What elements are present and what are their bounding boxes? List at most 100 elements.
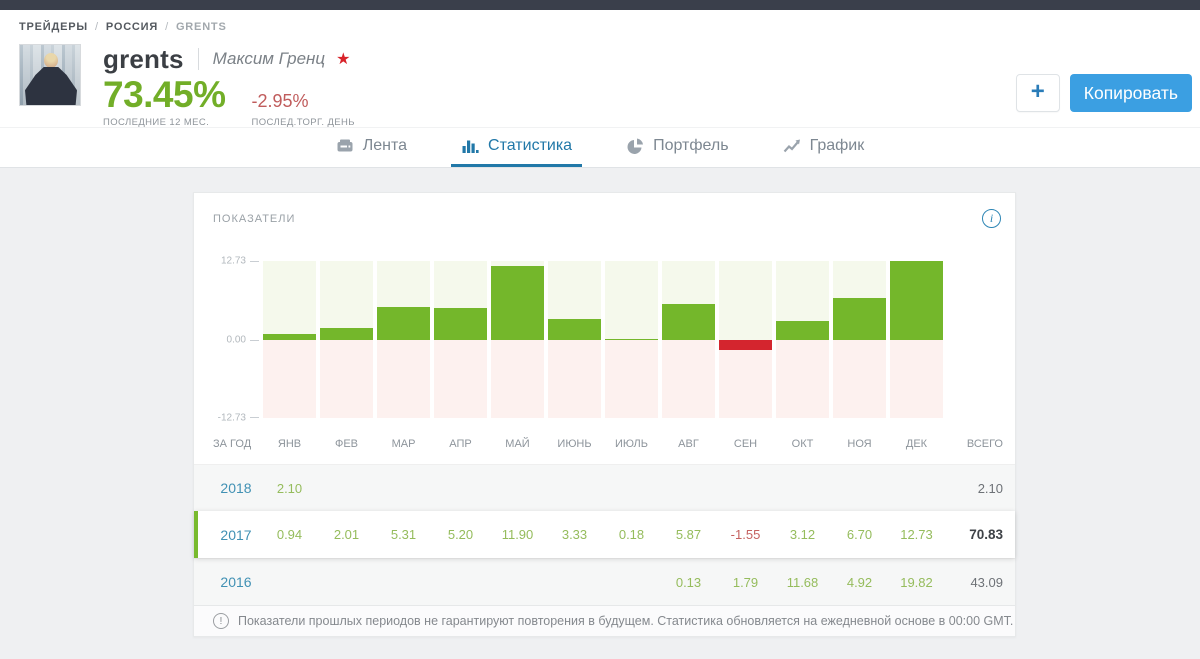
stats-icon	[461, 137, 479, 155]
header-month: ОКТ	[791, 438, 814, 450]
table-cell: 2.01	[333, 527, 360, 542]
header-month: ИЮЛЬ	[615, 438, 648, 450]
table-cell: 11.68	[786, 574, 819, 590]
chart-icon	[783, 137, 801, 155]
copy-button[interactable]: Копировать	[1069, 74, 1192, 112]
chart-column-АВГ	[662, 261, 715, 418]
tab-statistics[interactable]: Статистика	[451, 128, 583, 167]
chart-negative-area	[377, 340, 430, 418]
chart-grid: 12.73 0.00 -12.73	[194, 256, 1015, 424]
table-cell: 2.10	[276, 480, 303, 496]
chart-positive-area	[605, 261, 658, 340]
chart-bar	[548, 319, 601, 340]
header-month: МАР	[391, 438, 416, 450]
footnote-text: Показатели прошлых периодов не гарантиру…	[238, 614, 1014, 628]
tab-portfolio[interactable]: Портфель	[616, 128, 738, 167]
table-row-2018: 2018 2.10 2.10	[194, 464, 1015, 511]
tab-feed[interactable]: Лента	[326, 128, 417, 167]
chart-negative-area	[833, 340, 886, 418]
y-tick-label-min: -12.73	[217, 412, 246, 424]
year-link[interactable]: 2016	[213, 574, 259, 590]
header-month: СЕН	[733, 438, 758, 450]
total-cell: 70.83	[969, 527, 1003, 542]
tab-chart[interactable]: График	[773, 128, 875, 167]
total-cell: 43.09	[970, 574, 1003, 590]
year-link[interactable]: 2018	[213, 480, 259, 496]
chart-bar	[491, 266, 544, 340]
metric-daily: -2.95% ПОСЛЕД.ТОРГ. ДЕНЬ	[252, 76, 355, 128]
footnote: ! Показатели прошлых периодов не гаранти…	[194, 605, 1015, 636]
chart-bar	[605, 339, 658, 340]
daily-change-value: -2.95%	[251, 91, 309, 111]
chart-bar	[719, 340, 772, 350]
stats-card: ПОКАЗАТЕЛИ i 12.73 0.00 -12.73 ЗА ГОД ЯНВ…	[193, 192, 1016, 637]
chart-bar	[833, 298, 886, 340]
full-name: Максим Гренц	[212, 49, 326, 68]
table-cell: 3.12	[789, 527, 816, 542]
card-head: ПОКАЗАТЕЛИ i	[194, 193, 1015, 228]
chart-column-МАР	[377, 261, 430, 418]
chart-bar	[776, 321, 829, 340]
chart-column-ФЕВ	[320, 261, 373, 418]
chart-column-ИЮНЬ	[548, 261, 601, 418]
add-to-watchlist-button[interactable]: +	[1015, 74, 1060, 112]
year-link[interactable]: 2017	[213, 527, 259, 543]
header-month: АПР	[449, 438, 472, 450]
metrics: 73.45% ПОСЛЕДНИЕ 12 МЕС. -2.95% ПОСЛЕД.Т…	[103, 76, 355, 129]
header-month: НОЯ	[847, 438, 872, 450]
header-month: АВГ	[678, 438, 699, 450]
header-total: ВСЕГО	[966, 438, 1003, 450]
gain-12m-label: ПОСЛЕДНИЕ 12 МЕС.	[103, 117, 210, 128]
tab-label: Статистика	[488, 137, 573, 154]
y-tick-label-zero: 0.00	[226, 334, 246, 346]
name-row: grents Максим Гренц ★	[103, 44, 355, 74]
chart-negative-area	[776, 340, 829, 418]
chart-bar	[434, 308, 487, 340]
breadcrumb-russia[interactable]: РОССИЯ	[106, 21, 176, 33]
chart-column-МАЙ	[491, 261, 544, 418]
tab-label: Лента	[362, 137, 408, 154]
y-tick-label-max: 12.73	[220, 255, 246, 267]
page-content: ПОКАЗАТЕЛИ i 12.73 0.00 -12.73 ЗА ГОД ЯНВ…	[0, 168, 1200, 659]
chart-column-ЯНВ	[263, 261, 316, 418]
chart-negative-area	[434, 340, 487, 418]
table-cell: -1.55	[730, 527, 761, 542]
chart-bar	[377, 307, 430, 340]
chart-bar	[320, 328, 373, 340]
table-cell: 5.31	[390, 527, 417, 542]
profile-header: ТРЕЙДЕРЫРОССИЯGRENTS grents Максим Гренц…	[0, 10, 1200, 129]
feed-icon	[336, 137, 354, 155]
metric-12m: 73.45% ПОСЛЕДНИЕ 12 МЕС.	[103, 76, 226, 129]
username: grents	[103, 43, 184, 74]
top-bar	[0, 0, 1200, 10]
breadcrumb: ТРЕЙДЕРЫРОССИЯGRENTS	[19, 21, 1200, 33]
chart-negative-area	[491, 340, 544, 418]
total-cell: 2.10	[977, 480, 1003, 496]
info-icon[interactable]: i	[982, 209, 1001, 228]
table-cell: 5.20	[447, 527, 474, 542]
table-cell: 0.94	[276, 527, 303, 542]
chart-column-ИЮЛЬ	[605, 261, 658, 418]
chart-positive-area	[719, 261, 772, 340]
table-cell: 0.18	[618, 527, 645, 542]
header-month: МАЙ	[505, 438, 530, 450]
tab-label: График	[809, 137, 865, 154]
chart-negative-area	[890, 340, 943, 418]
breadcrumb-traders[interactable]: ТРЕЙДЕРЫ	[19, 21, 106, 33]
chart-negative-area	[719, 340, 772, 418]
chart-column-НОЯ	[833, 261, 886, 418]
header-month: ИЮНЬ	[557, 438, 592, 450]
warning-icon: !	[213, 613, 229, 629]
chart-y-axis: 12.73 0.00 -12.73	[213, 256, 259, 424]
chart-total-cell	[947, 261, 1003, 418]
header-year: ЗА ГОД	[213, 438, 252, 450]
star-icon[interactable]: ★	[336, 49, 350, 69]
chart-positive-area	[263, 261, 316, 340]
tab-bar: Лента Статистика Портфель График	[0, 127, 1200, 168]
chart-negative-area	[320, 340, 373, 418]
y-tick-line	[250, 340, 259, 341]
chart-negative-area	[662, 340, 715, 418]
chart-bar	[890, 261, 943, 340]
chart-column-ДЕК	[890, 261, 943, 418]
table-cell: 11.90	[501, 527, 534, 542]
